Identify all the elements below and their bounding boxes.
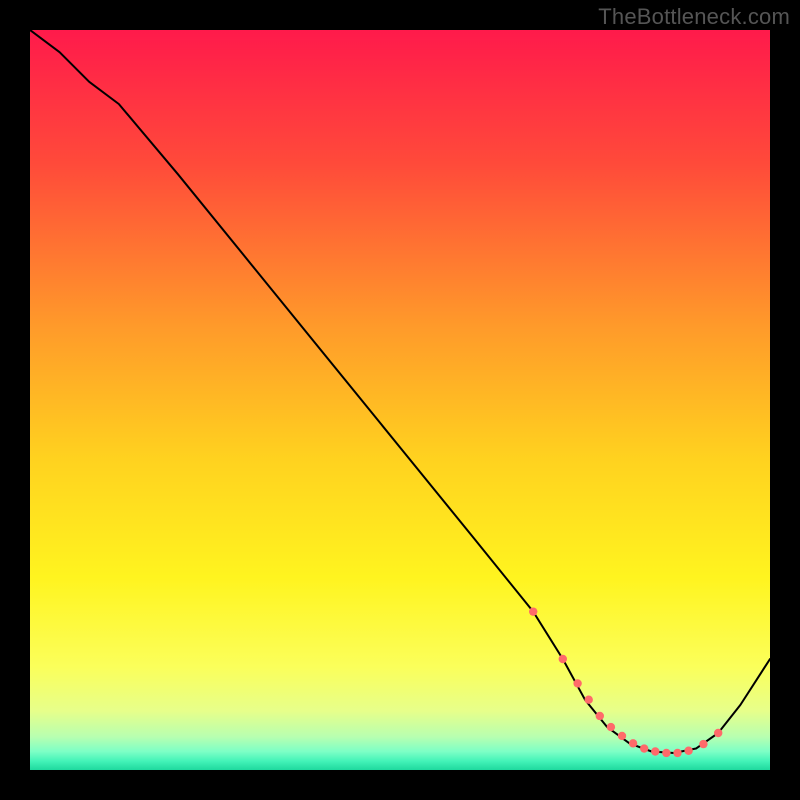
marker-point	[684, 747, 692, 755]
marker-point	[629, 739, 637, 747]
marker-point	[714, 729, 722, 737]
watermark-text: TheBottleneck.com	[598, 4, 790, 30]
marker-point	[640, 744, 648, 752]
marker-point	[596, 712, 604, 720]
gradient-background	[30, 30, 770, 770]
marker-point	[662, 749, 670, 757]
chart-frame: TheBottleneck.com	[0, 0, 800, 800]
marker-point	[618, 732, 626, 740]
marker-point	[607, 723, 615, 731]
chart-plot	[30, 30, 770, 770]
marker-point	[585, 696, 593, 704]
marker-point	[673, 749, 681, 757]
marker-point	[559, 655, 567, 663]
marker-point	[699, 740, 707, 748]
marker-point	[651, 747, 659, 755]
marker-point	[573, 679, 581, 687]
marker-point	[529, 607, 537, 615]
